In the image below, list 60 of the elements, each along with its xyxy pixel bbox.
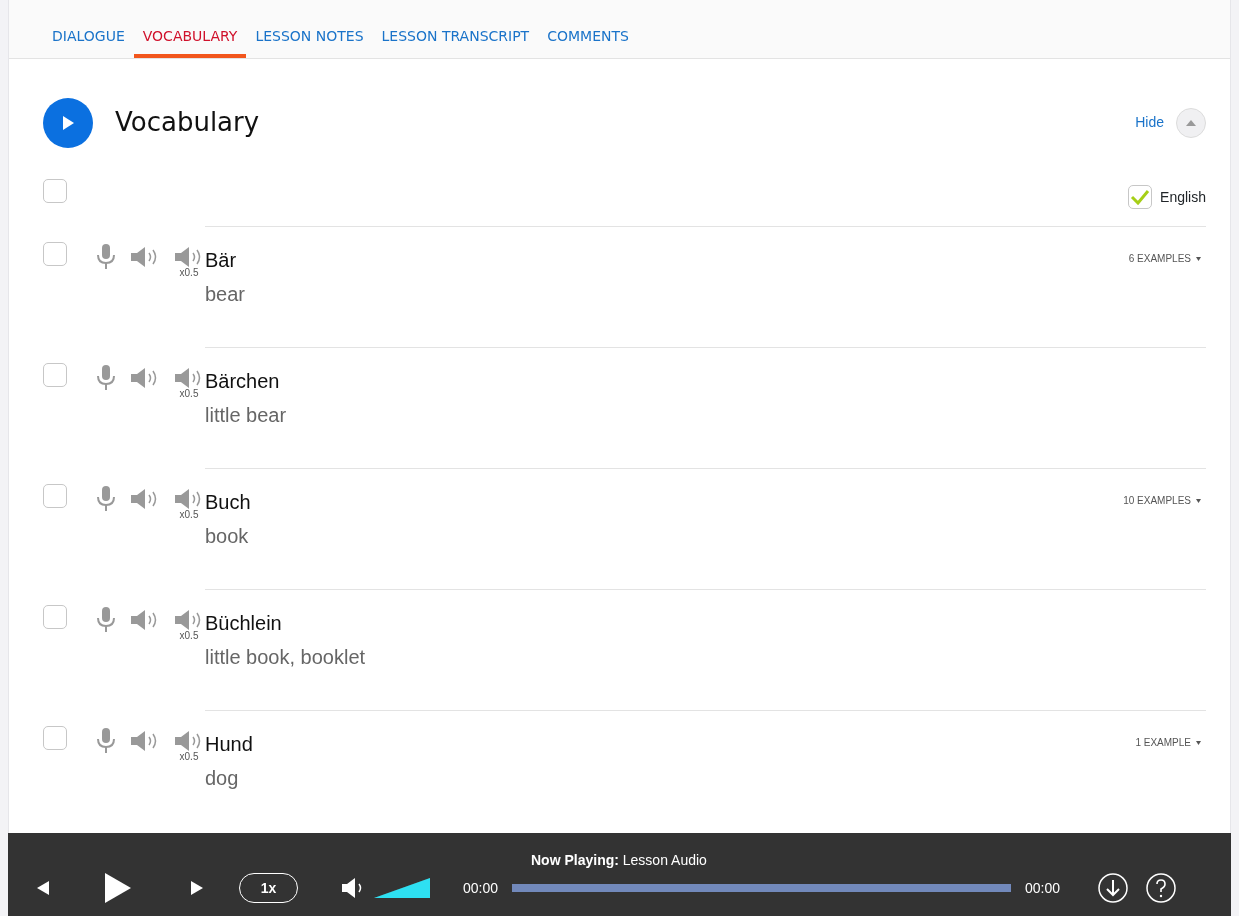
speaker-icon[interactable]	[175, 488, 203, 510]
tab[interactable]: DIALOGUE	[43, 0, 134, 58]
speaker-icon[interactable]	[175, 730, 203, 752]
speed-label: x0.5	[179, 631, 199, 641]
translation: little bear	[205, 403, 287, 428]
collapse-button[interactable]	[1176, 107, 1206, 138]
total-time: 00:00	[1025, 878, 1061, 898]
tab[interactable]: VOCABULARY	[133, 0, 247, 58]
translation: book	[205, 524, 250, 549]
microphone-icon[interactable]	[97, 244, 115, 270]
speed-label: x0.5	[179, 510, 199, 520]
speaker-icon[interactable]	[131, 730, 159, 752]
tab[interactable]: LESSON TRANSCRIPT	[372, 0, 539, 58]
speaker-icon[interactable]	[131, 246, 159, 268]
english-label: English	[1160, 187, 1206, 207]
download-icon[interactable]	[1098, 873, 1129, 903]
speed-label: x0.5	[179, 268, 199, 278]
examples-link[interactable]: 1 EXAMPLE	[1135, 735, 1201, 750]
play-button[interactable]	[43, 97, 93, 148]
speaker-icon[interactable]	[175, 609, 203, 631]
microphone-icon[interactable]	[97, 365, 115, 391]
vocabulary-word: Buch	[205, 490, 251, 515]
speed-label: x0.5	[179, 752, 199, 762]
examples-link[interactable]: 10 EXAMPLES	[1123, 493, 1201, 508]
microphone-icon[interactable]	[97, 607, 115, 633]
help-icon[interactable]	[1146, 873, 1177, 903]
select-all-checkbox[interactable]	[43, 179, 67, 203]
speaker-icon[interactable]	[131, 609, 159, 631]
vocabulary-word: Bärchen	[205, 369, 281, 394]
examples-link[interactable]: 6 EXAMPLES	[1128, 251, 1201, 266]
speaker-icon[interactable]	[175, 367, 203, 389]
play-icon	[62, 115, 74, 130]
elapsed-time: 00:00	[463, 878, 499, 898]
vocabulary-word: Büchlein	[205, 611, 283, 636]
row-checkbox[interactable]	[43, 363, 67, 387]
translation: dog	[205, 766, 240, 791]
play-icon[interactable]	[105, 873, 131, 903]
translation: bear	[205, 282, 246, 307]
translation: little book, booklet	[205, 645, 366, 670]
row-checkbox[interactable]	[43, 484, 67, 508]
english-checkbox[interactable]	[1128, 185, 1153, 209]
caret-icon	[1186, 119, 1196, 126]
row-checkbox[interactable]	[43, 605, 67, 629]
microphone-icon[interactable]	[97, 486, 115, 512]
next-icon[interactable]	[191, 881, 203, 895]
speaker-icon[interactable]	[131, 367, 159, 389]
speed-label: x0.5	[179, 389, 199, 399]
microphone-icon[interactable]	[97, 728, 115, 754]
row-checkbox[interactable]	[43, 726, 67, 750]
speaker-icon[interactable]	[131, 488, 159, 510]
previous-icon[interactable]	[37, 881, 49, 895]
speaker-icon[interactable]	[175, 246, 203, 268]
vocabulary-word: Bär	[205, 248, 238, 273]
now-playing-text: Now Playing: Lesson Audio	[531, 851, 707, 870]
vocabulary-word: Hund	[205, 732, 253, 757]
section-title: Vocabulary	[115, 106, 260, 139]
hide-link[interactable]: Hide	[1135, 112, 1164, 133]
row-checkbox[interactable]	[43, 242, 67, 266]
tab[interactable]: COMMENTS	[538, 0, 638, 58]
tab[interactable]: LESSON NOTES	[246, 0, 373, 58]
